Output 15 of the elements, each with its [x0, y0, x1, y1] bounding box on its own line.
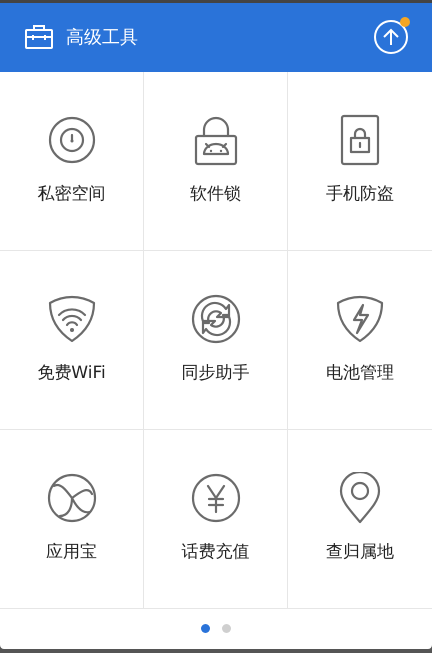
tool-tile[interactable]: 话费充值	[144, 430, 288, 609]
toolbox-icon	[24, 24, 54, 50]
up-arrow-icon	[383, 28, 399, 46]
sync-icon	[190, 292, 242, 345]
header-title: 高级工具	[66, 26, 139, 50]
yen-icon	[190, 472, 242, 524]
tool-tile[interactable]: 手机防盗	[288, 72, 432, 251]
tool-tile[interactable]: 私密空间	[0, 72, 144, 251]
tool-tile[interactable]: 电池管理	[288, 250, 432, 430]
tool-tile[interactable]: 软件锁	[144, 72, 288, 251]
tool-tile[interactable]: 免费WiFi	[0, 250, 144, 430]
tool-tile[interactable]: 同步助手	[144, 250, 288, 430]
fan-icon	[46, 472, 98, 524]
tool-tile[interactable]: 应用宝	[0, 430, 144, 609]
upload-button[interactable]	[374, 20, 408, 54]
